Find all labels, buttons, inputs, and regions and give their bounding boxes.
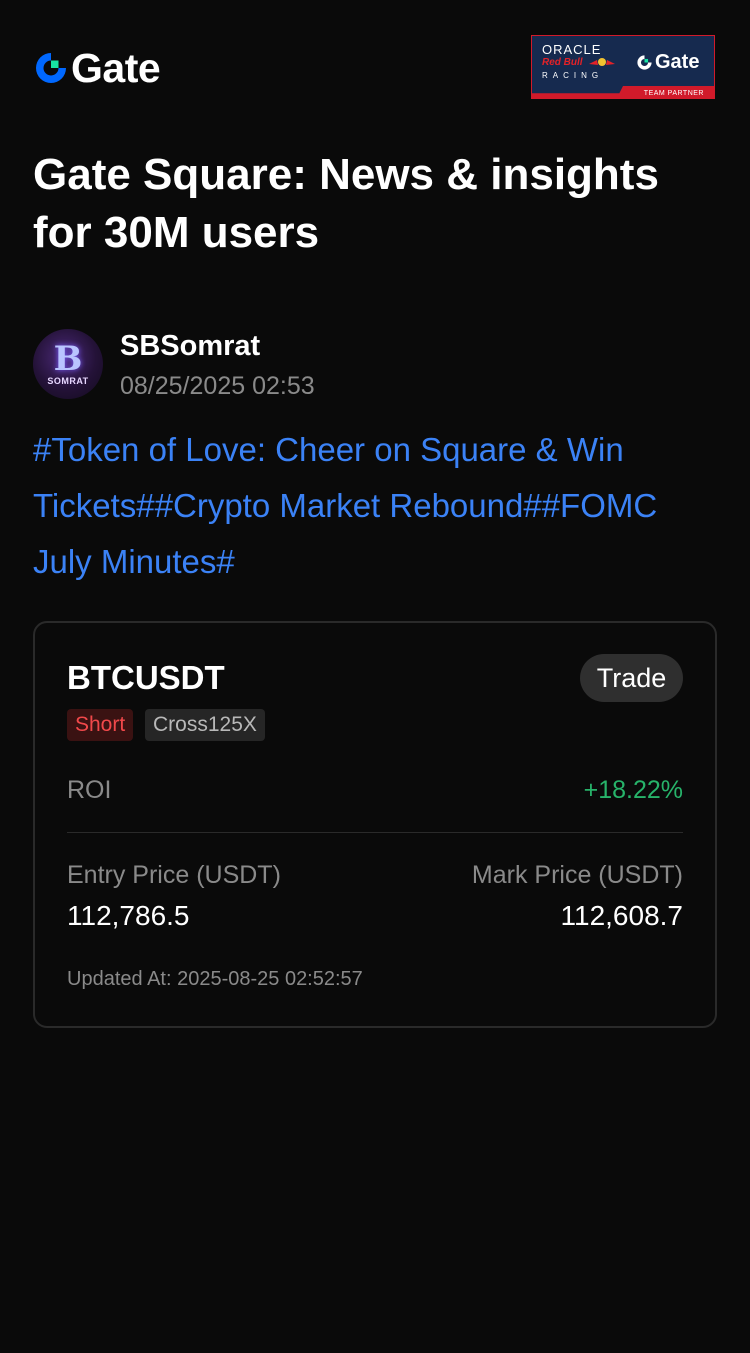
trade-button[interactable]: Trade <box>580 654 683 702</box>
red-bull-icon <box>589 58 615 66</box>
author-name[interactable]: SBSomrat <box>120 330 260 363</box>
racing-wordmark: RACING <box>542 71 604 80</box>
oracle-wordmark: ORACLE <box>542 42 602 57</box>
avatar[interactable]: B SOMRAT <box>33 329 103 399</box>
hashtag-link[interactable]: #Crypto Market Rebound# <box>155 487 542 524</box>
partner-gate-text: Gate <box>655 51 700 73</box>
direction-tag: Short <box>67 709 134 741</box>
entry-price-value: 112,786.5 <box>67 900 190 931</box>
post-author: B SOMRAT SBSomrat 08/25/2025 02:53 <box>33 329 715 401</box>
roi-label: ROI <box>67 776 112 804</box>
position-card: BTCUSDT Trade Short Cross125X ROI +18.22… <box>33 621 717 1028</box>
divider <box>67 832 683 833</box>
page-title: Gate Square: News & insights for 30M use… <box>33 150 659 257</box>
gate-logo-icon <box>637 54 652 70</box>
avatar-label: SOMRAT <box>47 376 89 386</box>
gate-logo[interactable]: Gate <box>33 45 161 91</box>
post-hashtags: #Token of Love: Cheer on Square & Win Ti… <box>33 422 723 590</box>
updated-at: Updated At: 2025-08-25 02:52:57 <box>67 968 363 990</box>
team-partner-label: TEAM PARTNER <box>643 90 704 97</box>
partner-gate-logo: Gate <box>636 51 699 73</box>
gate-logo-icon <box>36 53 66 83</box>
trading-pair: BTCUSDT <box>67 659 225 696</box>
leverage-tag: Cross125X <box>145 709 265 741</box>
logo-text: Gate <box>71 45 161 91</box>
entry-price-label: Entry Price (USDT) <box>67 861 281 889</box>
team-partner-badge: ORACLE Red Bull RACING Gate TEAM PARTNER <box>531 35 715 99</box>
header: Gate ORACLE Red Bull RACING Gate TEAM PA… <box>33 35 715 101</box>
red-bull-wordmark: Red Bull <box>542 57 583 68</box>
mark-price-value: 112,608.7 <box>560 900 684 931</box>
avatar-letter: B <box>53 339 83 379</box>
post-timestamp: 08/25/2025 02:53 <box>120 372 315 400</box>
roi-value: +18.22% <box>583 776 683 804</box>
mark-price-label: Mark Price (USDT) <box>471 861 683 889</box>
